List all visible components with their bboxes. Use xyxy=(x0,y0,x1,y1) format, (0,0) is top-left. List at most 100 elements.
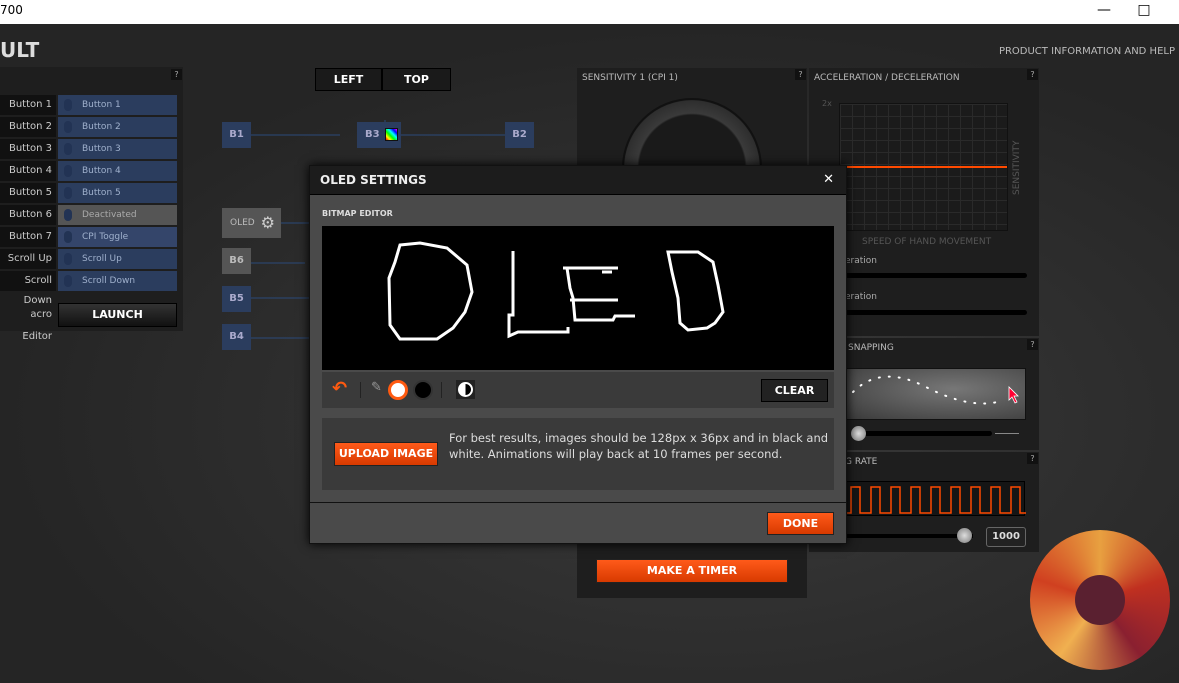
button-assignment[interactable]: Button 5 xyxy=(58,183,177,203)
node-b2[interactable]: B2 xyxy=(505,122,534,148)
mouse-icon xyxy=(64,143,72,155)
button-row: Button 3 Button 3 xyxy=(0,139,178,159)
button-assignment[interactable]: Scroll Down xyxy=(58,271,177,291)
tab-left[interactable]: LEFT xyxy=(315,68,382,91)
acceleration-slider[interactable] xyxy=(845,273,1027,278)
drawn-letter-l xyxy=(507,251,570,339)
assignment-label: Deactivated xyxy=(82,210,137,220)
polling-rate-graph xyxy=(845,481,1026,516)
node-oled[interactable]: OLED ⚙ xyxy=(222,208,281,238)
polling-rate-title: G RATE xyxy=(845,457,878,467)
button-assignment[interactable]: CPI Toggle xyxy=(58,227,177,247)
upload-section: UPLOAD IMAGE For best results, images sh… xyxy=(322,418,834,490)
divider xyxy=(310,502,846,503)
mouse-icon xyxy=(64,275,72,287)
undo-icon[interactable]: ↶ xyxy=(332,378,347,399)
macro-editor-label: acro Editor xyxy=(0,304,56,342)
divider xyxy=(995,433,1019,434)
product-help-link[interactable]: PRODUCT INFORMATION AND HELP xyxy=(999,46,1175,57)
minimize-button[interactable]: — xyxy=(1084,0,1124,24)
oled-settings-dialog: OLED SETTINGS ✕ BITMAP EDITOR ↶ ✎ CLEAR … xyxy=(309,165,847,544)
node-b5[interactable]: B5 xyxy=(222,286,251,312)
polling-rate-slider-thumb[interactable] xyxy=(957,528,972,543)
help-icon[interactable]: ? xyxy=(1027,69,1038,80)
watermark-logo xyxy=(1030,530,1170,670)
button-label: Button 4 xyxy=(0,161,56,181)
divider xyxy=(360,382,361,398)
button-label: Button 3 xyxy=(0,139,56,159)
button-label: Scroll Down xyxy=(0,271,56,306)
button-row: Scroll Up Scroll Up xyxy=(0,249,178,269)
polling-rate-value[interactable]: 1000 xyxy=(986,527,1026,547)
white-color-button[interactable] xyxy=(388,380,408,400)
close-icon[interactable]: ✕ xyxy=(823,172,834,187)
make-timer-button[interactable]: MAKE A TIMER xyxy=(596,559,788,583)
acceleration-graph[interactable] xyxy=(839,103,1008,231)
invert-icon[interactable] xyxy=(456,380,475,399)
assignment-label: Scroll Up xyxy=(82,254,122,264)
gear-icon[interactable]: ⚙ xyxy=(261,208,275,238)
button-label: Scroll Up xyxy=(0,249,56,269)
tab-top[interactable]: TOP xyxy=(382,68,451,91)
node-b4[interactable]: B4 xyxy=(222,324,251,350)
node-b6[interactable]: B6 xyxy=(222,248,251,274)
assignment-label: Button 1 xyxy=(82,100,121,110)
snapping-slider-thumb[interactable] xyxy=(851,426,866,441)
deceleration-slider[interactable] xyxy=(845,310,1027,315)
help-icon[interactable]: ? xyxy=(795,69,806,80)
button-assignment[interactable]: Button 3 xyxy=(58,139,177,159)
x-axis-label: SPEED OF HAND MOVEMENT xyxy=(862,237,992,247)
button-row: Button 1 Button 1 xyxy=(0,95,178,115)
done-button[interactable]: DONE xyxy=(767,512,834,535)
mouse-icon xyxy=(64,165,72,177)
help-icon[interactable]: ? xyxy=(1027,339,1038,350)
divider xyxy=(441,382,442,398)
app-title: ULT xyxy=(0,38,40,62)
acceleration-slider-label: eration xyxy=(845,256,877,266)
button-label: Button 6 xyxy=(0,205,56,225)
button-label: Button 2 xyxy=(0,117,56,137)
assignment-label: Button 5 xyxy=(82,188,121,198)
drawn-letter-o xyxy=(387,241,474,341)
node-b3[interactable]: B3 xyxy=(357,122,401,148)
button-row: Scroll Down Scroll Down xyxy=(0,271,178,306)
button-label: Button 7 xyxy=(0,227,56,247)
button-row: Button 6 Deactivated xyxy=(0,205,178,225)
node-b3-label: B3 xyxy=(365,129,380,140)
drawn-letter-d xyxy=(666,250,725,332)
dialog-title: OLED SETTINGS xyxy=(320,173,427,187)
deactivated-icon xyxy=(64,209,72,221)
mouse-icon xyxy=(64,253,72,265)
button-assignment[interactable]: Scroll Up xyxy=(58,249,177,269)
bitmap-editor-label: BITMAP EDITOR xyxy=(322,209,393,218)
button-assignment[interactable]: Deactivated xyxy=(58,205,177,225)
snapping-preview xyxy=(845,368,1026,420)
sensitivity-title: SENSITIVITY 1 (CPI 1) xyxy=(582,73,678,83)
acceleration-title: ACCELERATION / DECELERATION xyxy=(814,73,960,83)
upload-image-button[interactable]: UPLOAD IMAGE xyxy=(334,442,438,466)
launch-button[interactable]: LAUNCH xyxy=(58,303,177,327)
snapping-slider[interactable] xyxy=(852,431,992,436)
button-row: Button 2 Button 2 xyxy=(0,117,178,137)
button-row: Button 7 CPI Toggle xyxy=(0,227,178,247)
button-row: Button 5 Button 5 xyxy=(0,183,178,203)
black-color-button[interactable] xyxy=(413,380,433,400)
assignment-label: Button 3 xyxy=(82,144,121,154)
button-assignment[interactable]: Button 4 xyxy=(58,161,177,181)
node-b1[interactable]: B1 xyxy=(222,122,251,148)
drawn-letter-e-stroke xyxy=(565,267,635,322)
pencil-icon[interactable]: ✎ xyxy=(371,380,382,395)
button-assignment[interactable]: Button 2 xyxy=(58,117,177,137)
maximize-button[interactable]: □ xyxy=(1124,0,1164,24)
y-axis-label: SENSITIVITY xyxy=(1012,140,1022,195)
cursor-icon xyxy=(1008,386,1019,404)
assignment-label: Button 2 xyxy=(82,122,121,132)
help-icon[interactable]: ? xyxy=(1027,453,1038,464)
polling-rate-slider[interactable] xyxy=(845,534,973,538)
button-assignment[interactable]: Button 1 xyxy=(58,95,177,115)
bitmap-canvas[interactable] xyxy=(322,226,834,370)
help-icon[interactable]: ? xyxy=(171,69,182,80)
assignment-label: Scroll Down xyxy=(82,276,136,286)
clear-button[interactable]: CLEAR xyxy=(761,379,828,402)
polling-waveform xyxy=(846,486,1026,514)
